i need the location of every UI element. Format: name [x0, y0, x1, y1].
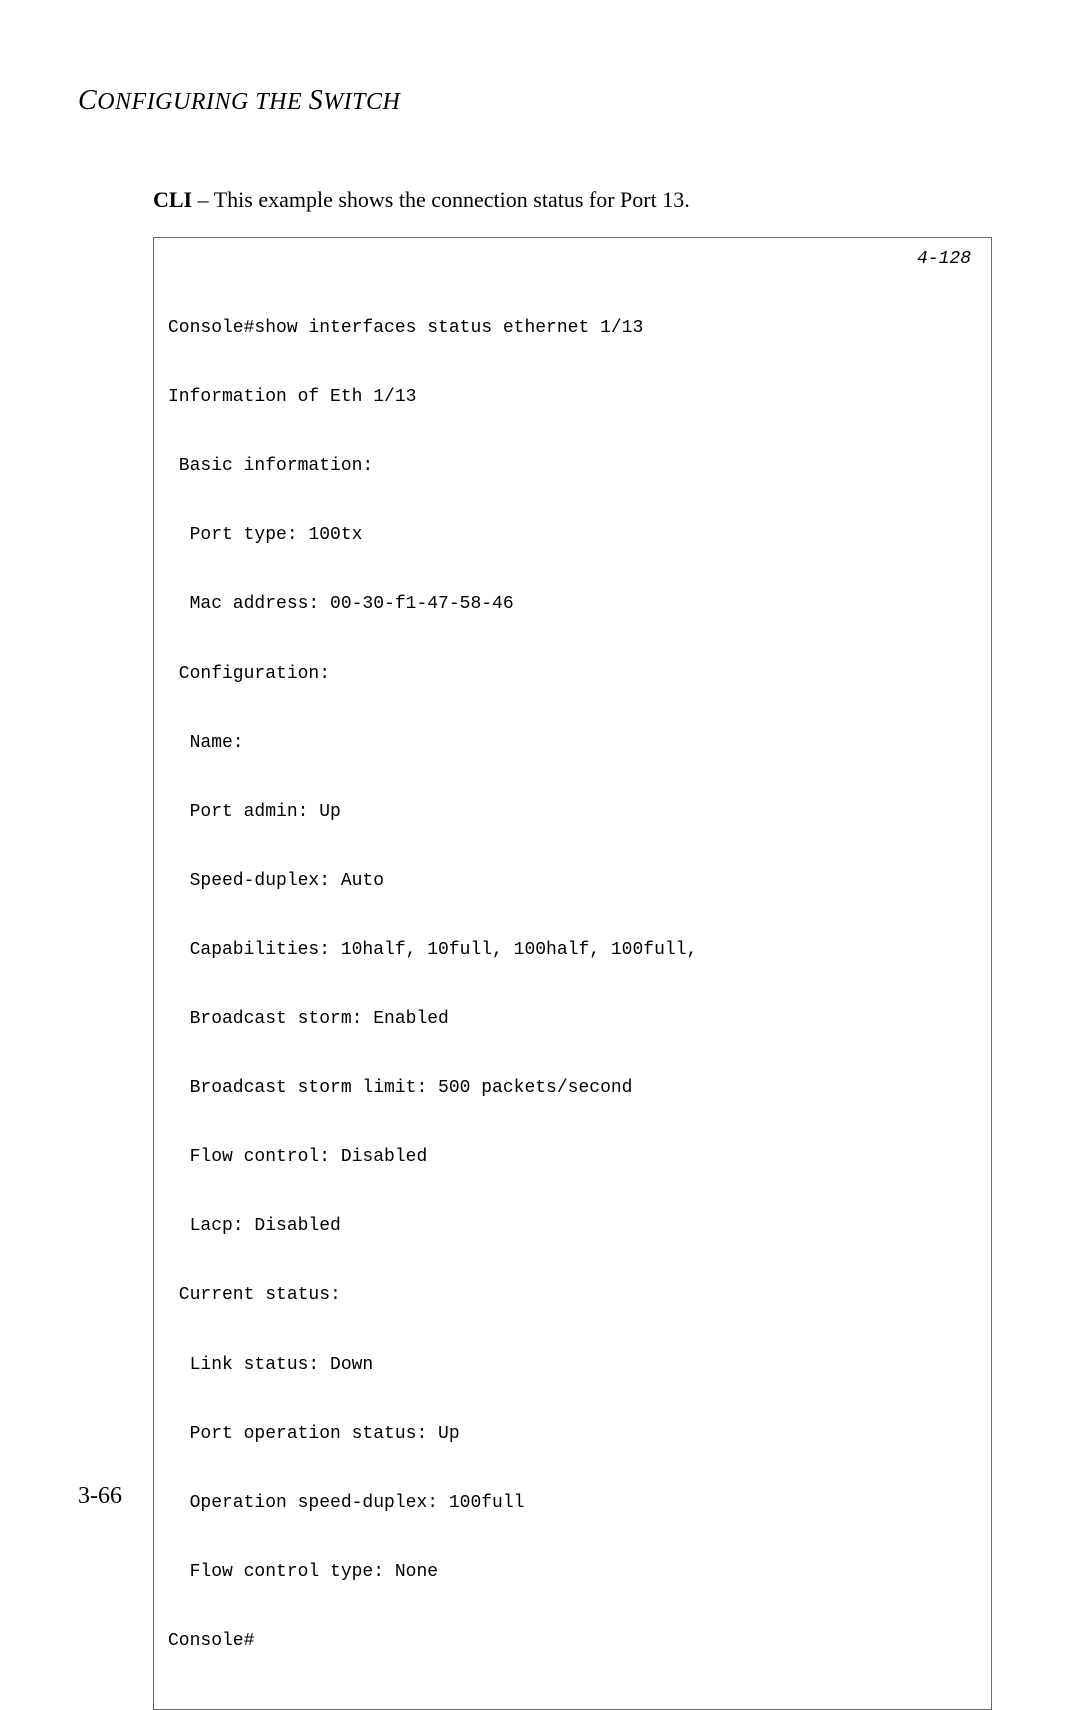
cli-line: Speed-duplex: Auto [168, 870, 977, 893]
cli-line: Configuration: [168, 663, 977, 686]
cli-line: Port type: 100tx [168, 524, 977, 547]
page-header-title: CONFIGURING THE SWITCH [78, 85, 1002, 117]
cli-line: Broadcast storm limit: 500 packets/secon… [168, 1077, 977, 1100]
intro-rest: – This example shows the connection stat… [192, 187, 690, 212]
cli-line: Basic information: [168, 455, 977, 478]
header-text-2: WITCH [323, 89, 400, 115]
header-cap-c: C [78, 85, 97, 116]
cli-line: Port operation status: Up [168, 1423, 977, 1446]
cli-line: Lacp: Disabled [168, 1215, 977, 1238]
page-number: 3-66 [78, 1483, 122, 1510]
cli-line: Capabilities: 10half, 10full, 100half, 1… [168, 939, 977, 962]
cli-line: Console# [168, 1630, 977, 1653]
cli-line: Information of Eth 1/13 [168, 386, 977, 409]
cli-line: Operation speed-duplex: 100full [168, 1492, 977, 1515]
intro-paragraph: CLI – This example shows the connection … [153, 187, 992, 213]
cli-line: Link status: Down [168, 1354, 977, 1377]
cli-line: Name: [168, 732, 977, 755]
intro-bold: CLI [153, 187, 192, 212]
content-area: CLI – This example shows the connection … [78, 187, 1002, 1710]
cli-line: Mac address: 00-30-f1-47-58-46 [168, 593, 977, 616]
page-reference: 4-128 [917, 248, 971, 271]
cli-output-box: 4-128 Console#show interfaces status eth… [153, 237, 992, 1710]
header-text-1: ONFIGURING THE [97, 89, 309, 115]
cli-line: Port admin: Up [168, 801, 977, 824]
header-cap-s: S [309, 85, 324, 116]
cli-line: Broadcast storm: Enabled [168, 1008, 977, 1031]
cli-line: Flow control: Disabled [168, 1146, 977, 1169]
cli-line: Current status: [168, 1284, 977, 1307]
cli-line: Flow control type: None [168, 1561, 977, 1584]
cli-line: Console#show interfaces status ethernet … [168, 317, 977, 340]
